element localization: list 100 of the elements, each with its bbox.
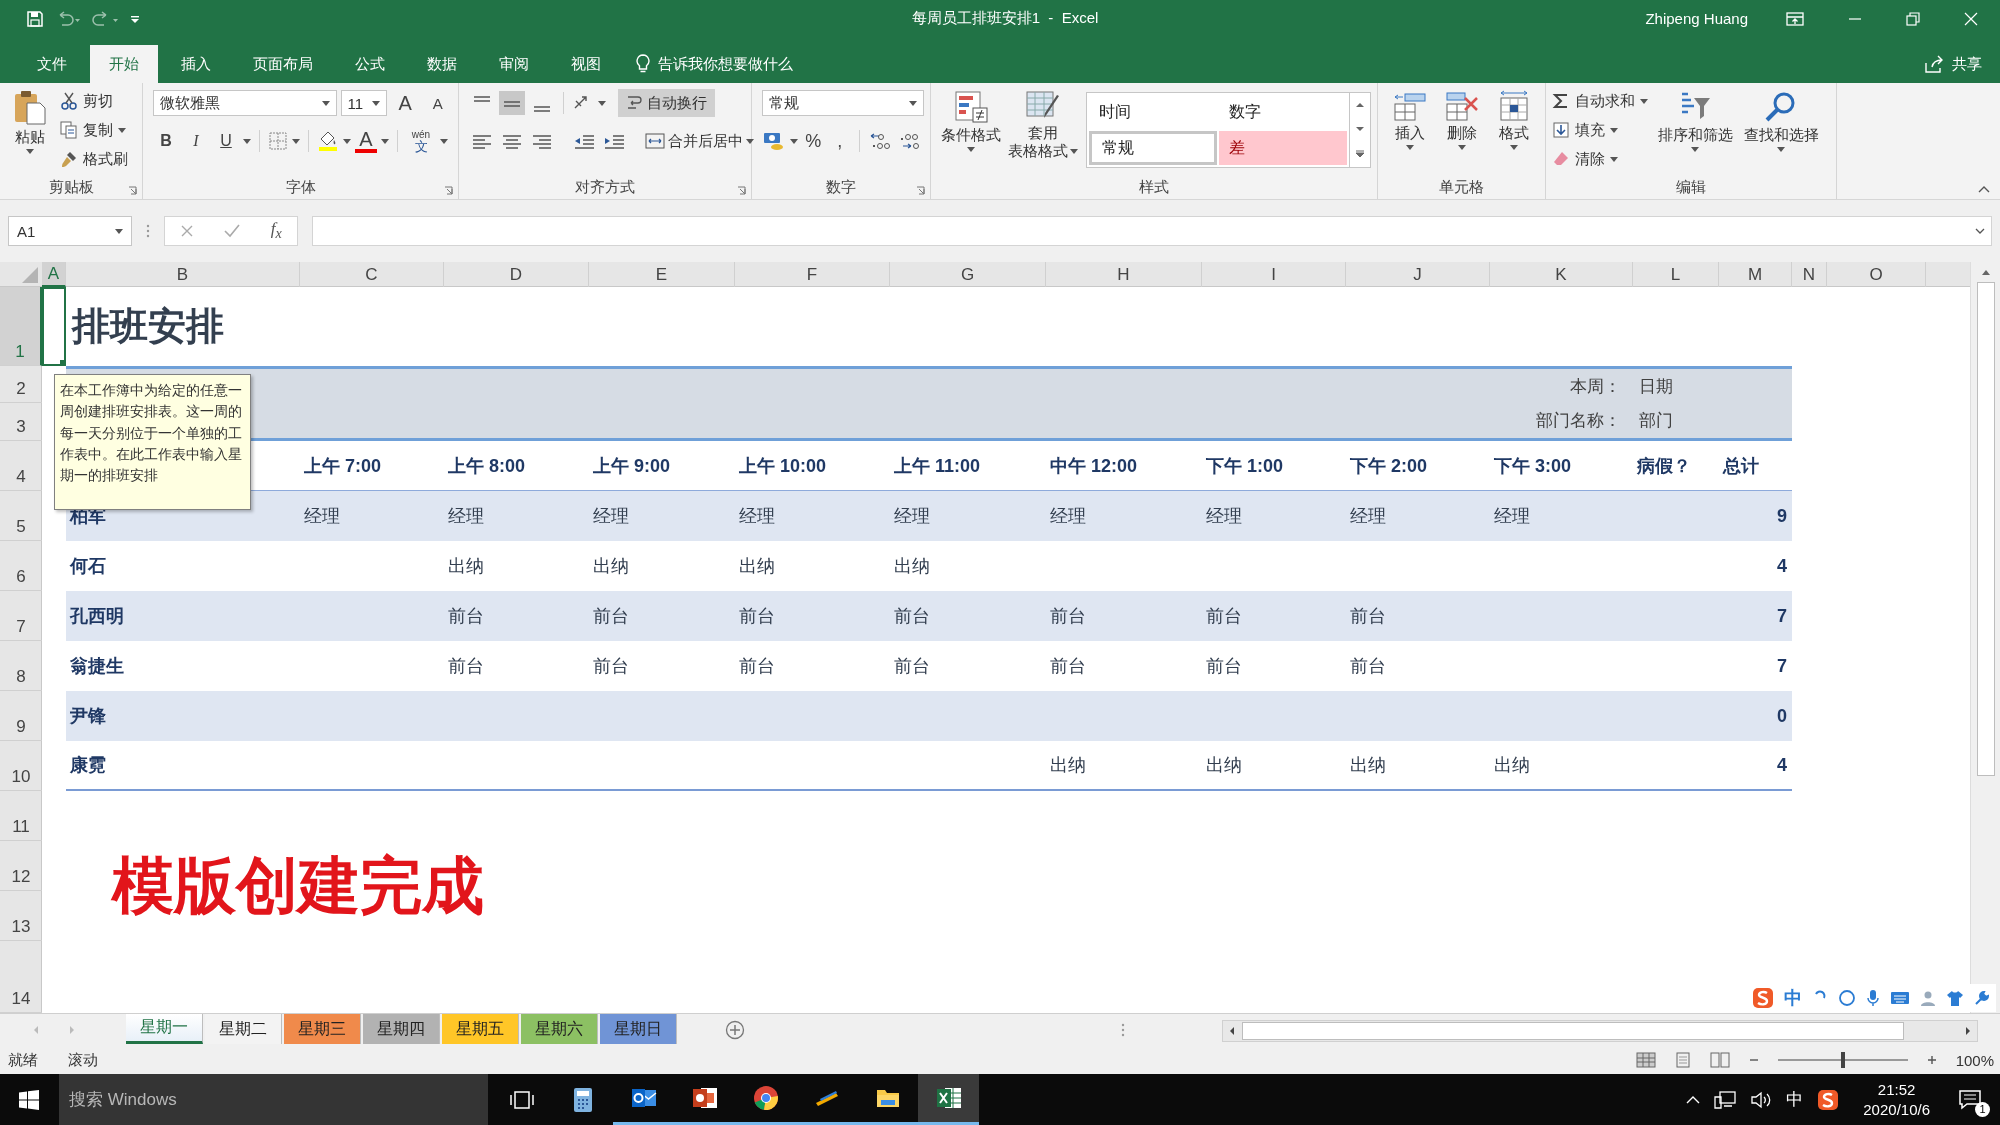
sheet-tab[interactable]: 星期五 bbox=[442, 1014, 519, 1044]
copy-button[interactable]: 复制 bbox=[60, 117, 128, 143]
font-color-button[interactable]: A bbox=[355, 129, 377, 153]
currency-format-icon[interactable] bbox=[762, 130, 786, 152]
zoom-slider-thumb[interactable] bbox=[1840, 1052, 1845, 1068]
page-break-view-icon[interactable] bbox=[1709, 1052, 1730, 1068]
column-header[interactable]: J bbox=[1346, 262, 1490, 287]
ribbon-tab[interactable]: 视图 bbox=[552, 45, 620, 83]
add-sheet-icon[interactable] bbox=[725, 1020, 745, 1040]
merge-center-button[interactable]: 合并后居中 bbox=[645, 128, 754, 154]
sheet-tab[interactable]: 星期四 bbox=[363, 1014, 440, 1044]
name-box[interactable]: A1 bbox=[8, 216, 132, 246]
scroll-right-icon[interactable] bbox=[1964, 1026, 1972, 1036]
align-middle-icon[interactable] bbox=[499, 91, 525, 115]
sheet-tab[interactable]: 星期三 bbox=[284, 1014, 361, 1044]
input-language[interactable]: 中 bbox=[1786, 1088, 1804, 1111]
volume-icon[interactable] bbox=[1750, 1090, 1773, 1109]
font-name-dropdown[interactable]: 微软雅黑 bbox=[153, 90, 337, 116]
scrollbar-thumb[interactable] bbox=[1242, 1022, 1904, 1040]
percent-style-button[interactable]: % bbox=[802, 128, 825, 154]
editing-button[interactable]: 查找和选择 bbox=[1742, 88, 1820, 175]
column-header[interactable]: F bbox=[735, 262, 890, 287]
row-header[interactable]: 4 bbox=[0, 441, 42, 491]
share-button[interactable]: 共享 bbox=[1924, 45, 1982, 83]
conditional-formatting-button[interactable]: 条件格式 bbox=[937, 88, 1004, 175]
normal-view-icon[interactable] bbox=[1635, 1052, 1656, 1068]
font-size-dropdown[interactable]: 11 bbox=[340, 90, 387, 116]
zoom-in-icon[interactable] bbox=[1925, 1054, 1938, 1066]
row-header[interactable]: 5 bbox=[0, 491, 42, 541]
insert-function-button[interactable]: f$_{x}$ bbox=[270, 219, 282, 243]
sheet-tab[interactable]: 星期一 bbox=[126, 1014, 203, 1044]
more-styles-icon[interactable] bbox=[1355, 149, 1365, 159]
increase-font-button[interactable]: A bbox=[390, 90, 420, 116]
microphone-icon[interactable] bbox=[1866, 989, 1880, 1007]
close-icon[interactable] bbox=[1964, 11, 1978, 26]
number-format-dropdown[interactable]: 常规 bbox=[762, 90, 924, 116]
row-header[interactable]: 12 bbox=[0, 841, 42, 891]
editing-button[interactable]: 清除 bbox=[1552, 146, 1648, 172]
start-icon[interactable] bbox=[19, 1089, 39, 1110]
show-hidden-icons-icon[interactable] bbox=[1686, 1094, 1701, 1105]
ribbon-tab[interactable]: 开始 bbox=[90, 45, 158, 83]
format-painter-button[interactable]: 格式刷 bbox=[60, 146, 128, 172]
row-header[interactable]: 1 bbox=[0, 287, 42, 366]
row-header[interactable]: 10 bbox=[0, 741, 42, 791]
scroll-left-icon[interactable] bbox=[1228, 1026, 1236, 1036]
splitter-dots-icon[interactable] bbox=[146, 224, 150, 238]
format-as-table-button[interactable]: 套用 表格格式 bbox=[1008, 88, 1078, 175]
row-header[interactable]: 3 bbox=[0, 403, 42, 441]
dialog-launcher-icon[interactable] bbox=[916, 186, 925, 195]
ribbon-display-options-icon[interactable] bbox=[1786, 10, 1804, 27]
font-style-button[interactable]: B bbox=[153, 128, 179, 154]
dialog-launcher-icon[interactable] bbox=[444, 186, 453, 195]
column-header[interactable]: B bbox=[66, 262, 300, 287]
input-mode[interactable]: 中 bbox=[1784, 986, 1802, 1010]
scroll-up-icon[interactable] bbox=[1355, 101, 1365, 109]
network-icon[interactable] bbox=[1714, 1090, 1737, 1109]
column-header[interactable]: H bbox=[1046, 262, 1202, 287]
row-header[interactable]: 6 bbox=[0, 541, 42, 591]
editing-button[interactable]: 填充 bbox=[1552, 117, 1648, 143]
ribbon-tab[interactable]: 文件 bbox=[18, 45, 86, 83]
scroll-down-icon[interactable] bbox=[1355, 125, 1365, 133]
row-header[interactable]: 8 bbox=[0, 641, 42, 691]
ribbon-tab[interactable]: 插入 bbox=[162, 45, 230, 83]
dialog-launcher-icon[interactable] bbox=[737, 186, 746, 195]
fill-color-icon[interactable] bbox=[317, 130, 339, 152]
decrease-font-button[interactable]: A bbox=[423, 90, 452, 116]
taskbar-search-field[interactable]: 搜索 Windows bbox=[59, 1074, 488, 1125]
save-icon[interactable] bbox=[26, 9, 44, 28]
column-header[interactable]: C bbox=[300, 262, 444, 287]
column-header[interactable]: E bbox=[589, 262, 735, 287]
column-header[interactable]: K bbox=[1490, 262, 1633, 287]
column-header[interactable]: O bbox=[1827, 262, 1926, 287]
editing-button[interactable]: 排序和筛选 bbox=[1656, 88, 1734, 175]
sheet-tab[interactable]: 星期六 bbox=[521, 1014, 598, 1044]
keyboard-icon[interactable] bbox=[1890, 990, 1910, 1006]
user-name[interactable]: Zhipeng Huang bbox=[1645, 10, 1748, 27]
splitter-dots-icon[interactable] bbox=[1121, 1023, 1125, 1037]
column-header[interactable]: D bbox=[444, 262, 589, 287]
column-header[interactable]: G bbox=[890, 262, 1046, 287]
editing-button[interactable]: 自动求和 bbox=[1552, 88, 1648, 114]
row-header[interactable]: 7 bbox=[0, 591, 42, 641]
cut-button[interactable]: 剪切 bbox=[60, 88, 128, 114]
wrench-icon[interactable] bbox=[1974, 990, 1990, 1006]
clock[interactable]: 21:52 2020/10/6 bbox=[1863, 1079, 1930, 1120]
ribbon-tab[interactable]: 数据 bbox=[408, 45, 476, 83]
column-header[interactable]: I bbox=[1202, 262, 1346, 287]
scroll-up-icon[interactable] bbox=[1980, 268, 1991, 276]
sheet-tab[interactable]: 星期日 bbox=[600, 1014, 677, 1044]
formula-input[interactable] bbox=[312, 216, 1992, 246]
ribbon-tab[interactable]: 页面布局 bbox=[234, 45, 332, 83]
row-header[interactable]: 2 bbox=[0, 366, 42, 403]
scrollbar-thumb[interactable] bbox=[1976, 282, 1995, 776]
comma-style-button[interactable]: , bbox=[828, 128, 852, 154]
cell-style-option[interactable]: 常规 bbox=[1089, 131, 1217, 165]
tell-me-search[interactable]: 告诉我你想要做什么 bbox=[636, 45, 793, 83]
cells-button[interactable]: 格式 bbox=[1492, 88, 1536, 175]
enter-check-icon[interactable] bbox=[224, 224, 241, 238]
cancel-icon[interactable] bbox=[180, 224, 195, 238]
cell-style-option[interactable]: 差 bbox=[1219, 131, 1347, 165]
paste-button[interactable]: 粘贴 bbox=[6, 88, 54, 175]
